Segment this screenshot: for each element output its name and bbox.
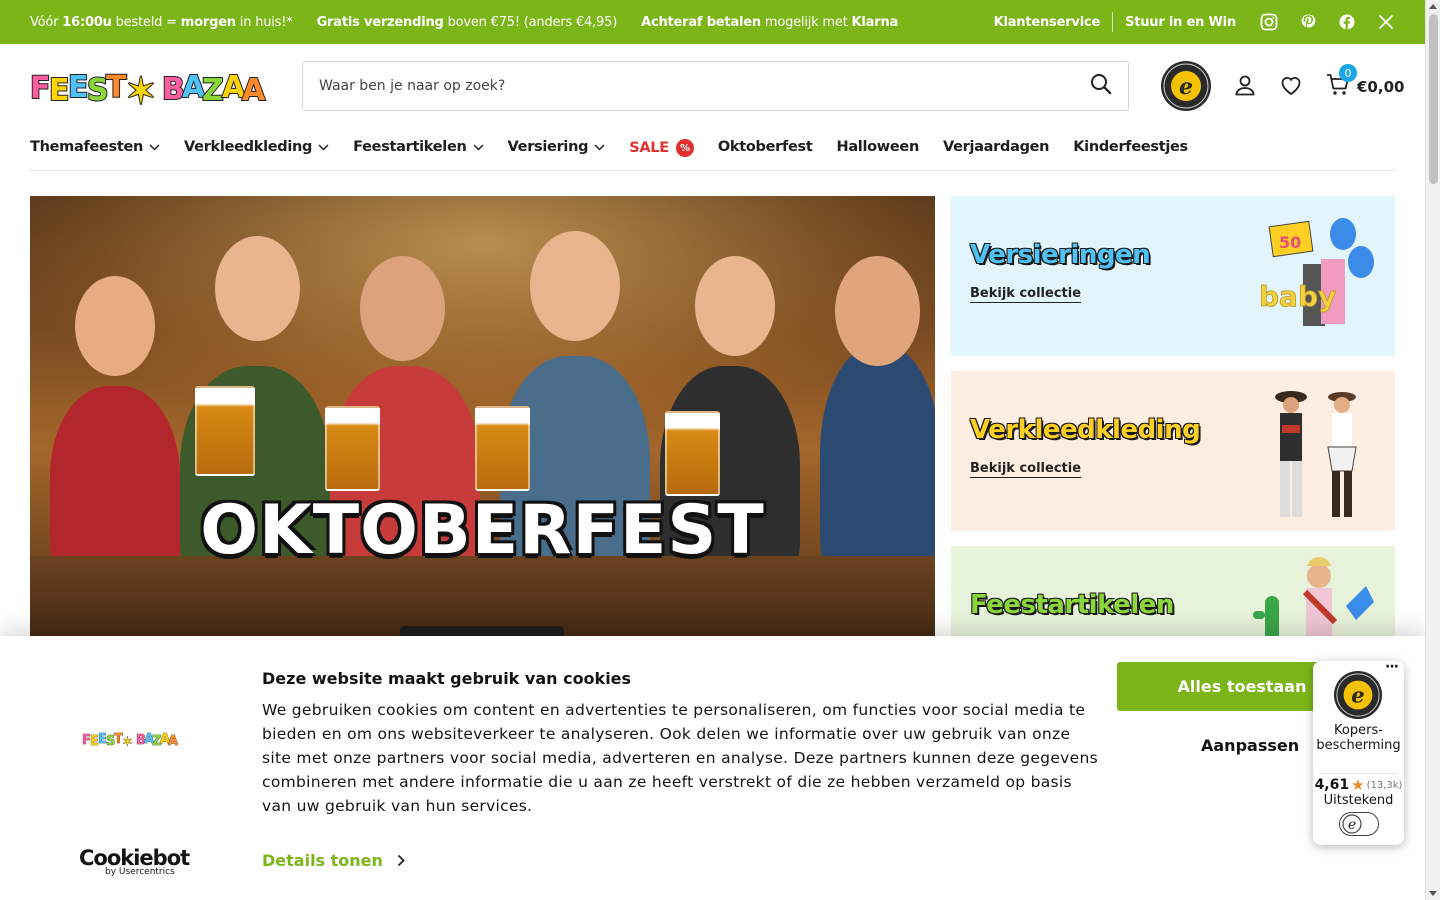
trusted-shops-widget[interactable]: ··· e Kopers-bescherming 4,61 ★ (13,3k) … [1313, 659, 1404, 845]
search-bar[interactable] [302, 61, 1129, 111]
beer-mug [325, 406, 380, 491]
nav-item-sale[interactable]: SALE% [629, 130, 694, 157]
cookie-banner: FEEST ✶ BAZAA Cookiebot by Usercentrics … [0, 636, 1425, 900]
beer-mug [475, 406, 530, 491]
svg-text:baby: baby [1259, 280, 1336, 313]
svg-text:F: F [30, 71, 51, 106]
svg-text:✶: ✶ [122, 735, 133, 748]
cookie-text: We gebruiken cookies om content en adver… [262, 701, 1098, 815]
trusted-shops-seal[interactable]: e [1160, 60, 1212, 112]
svg-text:T: T [106, 70, 127, 105]
delivery-message: Vóór 16:00u besteld = morgen in huis!* [30, 14, 293, 30]
svg-text:A: A [242, 73, 266, 108]
customer-service-link[interactable]: Klantenservice [994, 15, 1101, 30]
svg-text:e: e [1179, 74, 1193, 100]
account-icon[interactable] [1233, 73, 1257, 101]
sale-badge: % [675, 139, 694, 157]
scroll-thumb[interactable] [1429, 14, 1438, 184]
hero-person-head [530, 231, 620, 341]
hero-person-head [215, 236, 300, 341]
chevron-down-icon [149, 143, 160, 151]
nav-item-oktoberfest[interactable]: Oktoberfest [718, 130, 813, 155]
costume-models-image [1275, 391, 1357, 517]
cart-total: €0,00 [1357, 78, 1405, 96]
balloons-image: 50 baby [1259, 218, 1374, 326]
cart-button[interactable]: 0 €0,00 [1325, 64, 1405, 102]
cookiebot-logo: Cookiebot by Usercentrics [79, 846, 190, 877]
trusted-shops-toggle[interactable]: e [1339, 812, 1379, 836]
svg-text:E: E [49, 73, 70, 108]
shipping-message: Gratis verzending boven €75! (anders €4,… [316, 14, 618, 30]
site-logo[interactable]: F E E S T ✶ B A Z A A [30, 64, 268, 108]
nav-item-halloween[interactable]: Halloween [836, 130, 919, 155]
site-header: F E E S T ✶ B A Z A A Waar ben je naar o… [30, 60, 1404, 112]
card-title: Verkleedkleding [970, 415, 1201, 445]
svg-text:e: e [1348, 817, 1356, 833]
svg-text:E: E [68, 70, 89, 105]
x-icon[interactable] [1377, 13, 1395, 31]
divider [1112, 12, 1114, 32]
card-link[interactable]: Bekijk collectie [970, 461, 1082, 478]
buyer-protection-label: Kopers-bescherming [1316, 723, 1401, 753]
star-icon: ★ [1351, 776, 1365, 794]
hero-person-head [835, 256, 920, 366]
scroll-up-arrow[interactable] [1429, 4, 1437, 9]
main-nav: Themafeesten Verkleedkleding Feestartike… [30, 130, 1395, 171]
hero-person-head [695, 256, 775, 356]
divider [1319, 773, 1398, 774]
hero-background [30, 196, 935, 426]
instagram-icon[interactable] [1260, 13, 1278, 31]
page: Vóór 16:00u besteld = morgen in huis!* G… [0, 0, 1440, 900]
scroll-down-arrow[interactable] [1429, 891, 1437, 896]
svg-text:A: A [168, 734, 178, 748]
svg-text:50: 50 [1279, 233, 1301, 252]
beer-mug [195, 386, 255, 476]
beer-mug [665, 411, 720, 496]
card-title: Versieringen [970, 240, 1151, 270]
card-title: Feestartikelen [970, 590, 1174, 620]
rating-label: Uitstekend [1323, 793, 1394, 808]
customize-button[interactable]: Aanpassen [1201, 736, 1299, 755]
search-input[interactable] [319, 78, 1090, 94]
trusted-shops-seal-icon: e [1333, 670, 1383, 720]
nav-item-verjaardagen[interactable]: Verjaardagen [943, 130, 1050, 155]
payment-message: Achteraf betalen mogelijk met Klarna [641, 14, 899, 30]
cookie-site-logo: FEEST ✶ BAZAA [82, 730, 179, 752]
top-bar: Vóór 16:00u besteld = morgen in huis!* G… [0, 0, 1425, 44]
category-card-verkleedkleding[interactable]: Verkleedkleding Bekijk collectie [951, 371, 1395, 531]
hero-person-head [75, 276, 155, 376]
more-options-icon[interactable]: ··· [1385, 659, 1399, 675]
search-icon[interactable] [1090, 73, 1112, 99]
svg-text:Z: Z [202, 73, 224, 108]
nav-item-verkleedkleding[interactable]: Verkleedkleding [184, 130, 329, 155]
facebook-icon[interactable] [1338, 13, 1356, 31]
svg-text:e: e [1351, 683, 1364, 708]
trusted-shops-mini-icon: e [1342, 814, 1362, 834]
cart-count-badge: 0 [1339, 64, 1357, 82]
svg-text:✶: ✶ [125, 69, 157, 108]
nav-item-feestartikelen[interactable]: Feestartikelen [353, 130, 484, 155]
nav-item-kinderfeestjes[interactable]: Kinderfeestjes [1073, 130, 1188, 155]
show-details-link[interactable]: Details tonen [262, 851, 405, 870]
card-link[interactable]: Bekijk collectie [970, 286, 1082, 303]
chevron-down-icon [473, 143, 484, 151]
hero-banner[interactable]: OKTOBERFEST [30, 196, 935, 656]
chevron-down-icon [318, 143, 329, 151]
chevron-down-icon [594, 143, 605, 151]
wishlist-icon[interactable] [1279, 73, 1303, 101]
page-scrollbar[interactable] [1425, 0, 1440, 900]
cookie-title: Deze website maakt gebruik van cookies [262, 669, 632, 688]
hero-title: OKTOBERFEST [200, 491, 765, 570]
rating-score: 4,61 ★ (13,3k) [1314, 776, 1403, 794]
nav-item-versiering[interactable]: Versiering [508, 130, 606, 155]
pinterest-icon[interactable] [1299, 13, 1317, 31]
category-card-versieringen[interactable]: Versieringen Bekijk collectie 50 baby [951, 196, 1395, 356]
nav-item-themafeesten[interactable]: Themafeesten [30, 130, 160, 155]
contest-link[interactable]: Stuur in en Win [1125, 15, 1236, 30]
chevron-right-icon [397, 854, 405, 867]
hero-person-head [360, 256, 445, 361]
